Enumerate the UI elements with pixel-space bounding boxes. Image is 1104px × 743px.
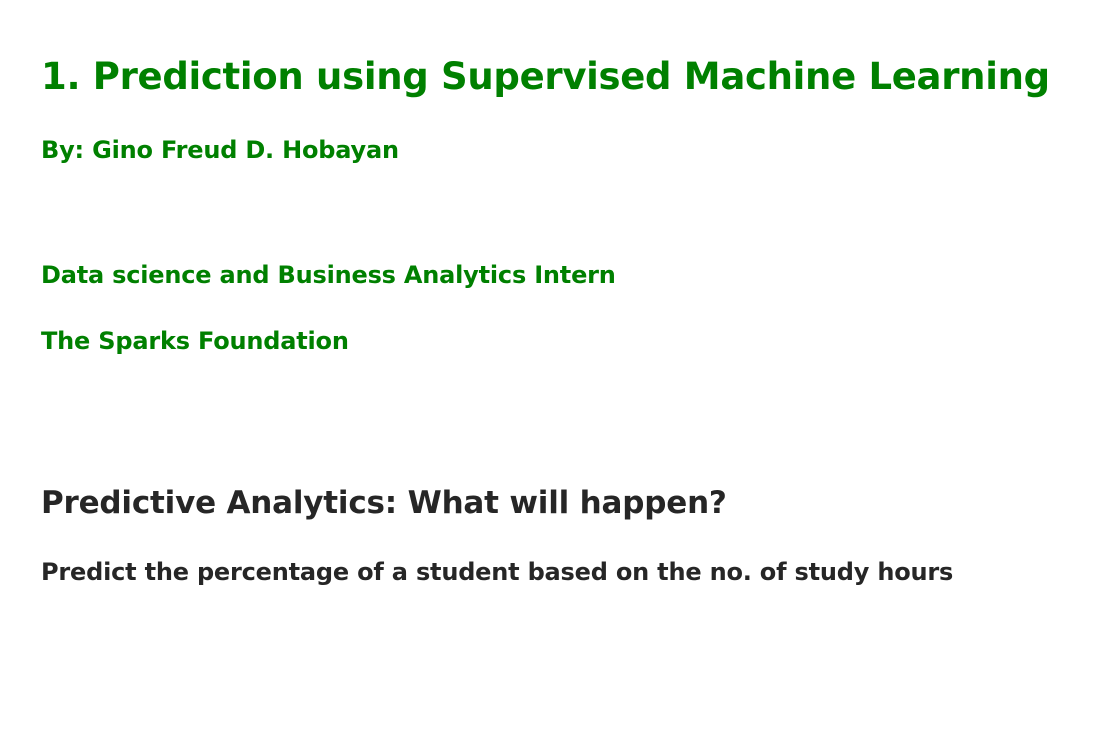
notebook-markdown-cell: 1. Prediction using Supervised Machine L…	[41, 0, 1084, 743]
task-description: Predict the percentage of a student base…	[41, 558, 954, 586]
section-heading: Predictive Analytics: What will happen?	[41, 485, 727, 521]
organization-line: The Sparks Foundation	[41, 327, 349, 355]
role-line: Data science and Business Analytics Inte…	[41, 261, 616, 289]
author-line: By: Gino Freud D. Hobayan	[41, 136, 399, 164]
page-title: 1. Prediction using Supervised Machine L…	[41, 55, 1050, 98]
